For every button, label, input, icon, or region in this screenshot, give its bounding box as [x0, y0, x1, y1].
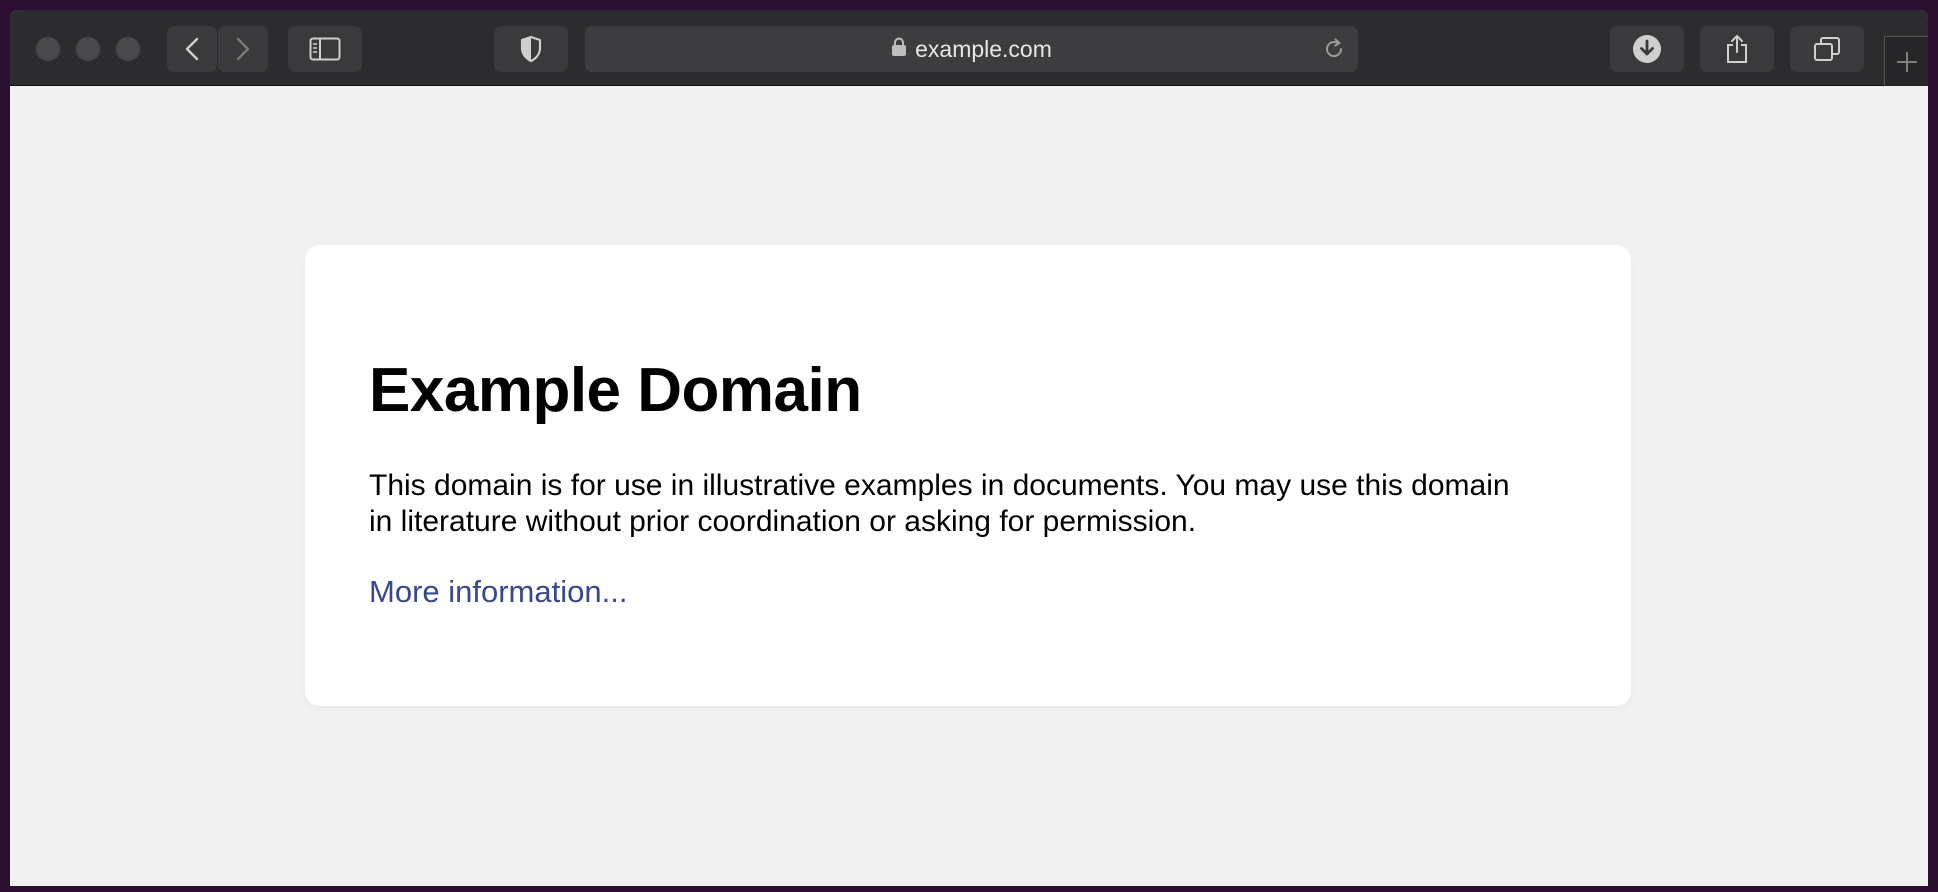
- tab-overview-icon: [1814, 37, 1840, 61]
- downloads-button[interactable]: [1610, 26, 1684, 72]
- new-tab-button[interactable]: [1884, 36, 1928, 86]
- browser-toolbar: example.com: [10, 10, 1928, 86]
- close-window-button[interactable]: [36, 37, 60, 61]
- browser-window: example.com Example Domain This domain i…: [10, 10, 1928, 886]
- reload-button[interactable]: [1322, 37, 1346, 66]
- back-button[interactable]: [167, 26, 217, 72]
- address-bar[interactable]: example.com: [585, 26, 1358, 72]
- more-information-link[interactable]: More information...: [369, 574, 627, 610]
- zoom-window-button[interactable]: [116, 37, 140, 61]
- share-icon: [1727, 35, 1747, 63]
- sidebar-button[interactable]: [288, 26, 362, 72]
- minimize-window-button[interactable]: [76, 37, 100, 61]
- forward-button[interactable]: [218, 26, 268, 72]
- privacy-report-button[interactable]: [494, 26, 568, 72]
- url-text: example.com: [915, 35, 1052, 62]
- plus-icon: [1896, 51, 1917, 72]
- lock-icon: [891, 36, 907, 63]
- download-icon: [1633, 35, 1661, 63]
- sidebar-icon: [309, 37, 341, 61]
- share-button[interactable]: [1700, 26, 1774, 72]
- page-description: This domain is for use in illustrative e…: [369, 469, 1510, 538]
- content-card: Example Domain This domain is for use in…: [305, 245, 1631, 706]
- page-title: Example Domain: [369, 356, 862, 425]
- chevron-right-icon: [236, 37, 250, 61]
- chevron-left-icon: [185, 37, 199, 61]
- shield-icon: [520, 35, 542, 63]
- reload-icon: [1326, 38, 1343, 58]
- tab-overview-button[interactable]: [1790, 26, 1864, 72]
